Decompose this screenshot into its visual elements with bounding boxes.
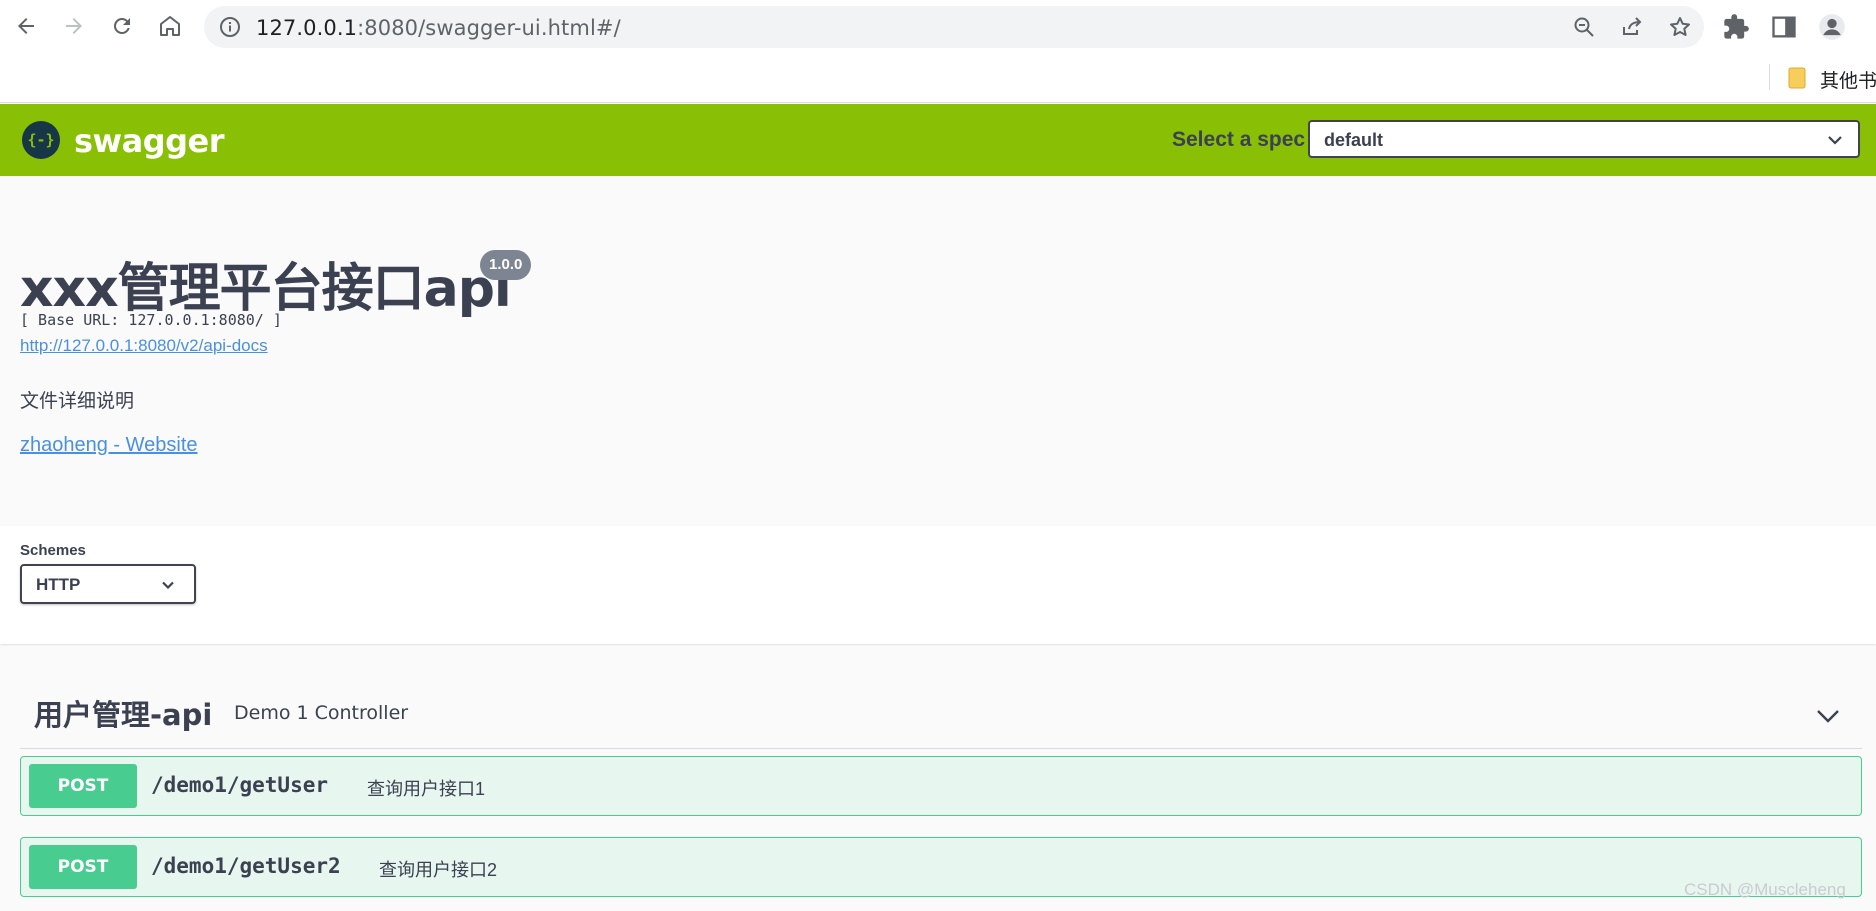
page-title: xxx管理平台接口api — [20, 259, 512, 319]
reload-icon — [113, 17, 130, 34]
schemes-container: Schemes HTTP — [0, 526, 1876, 644]
extensions-icon[interactable] — [1722, 13, 1750, 41]
api-info: xxx管理平台接口api 1.0.0 [ Base URL: 127.0.0.1… — [0, 176, 1876, 526]
arrow-left-icon — [18, 18, 34, 34]
side-panel-icon[interactable] — [1770, 13, 1798, 41]
spec-select-value: default — [1324, 130, 1384, 150]
chevron-down-icon — [1828, 136, 1842, 145]
zoom-out-icon[interactable] — [1572, 15, 1596, 39]
profile-avatar-icon[interactable] — [1818, 13, 1846, 41]
bookmark-separator — [1769, 64, 1770, 90]
operations-section: 用户管理-api Demo 1 Controller POST /demo1/g… — [0, 646, 1876, 911]
url-path: :8080/swagger-ui.html#/ — [357, 16, 621, 40]
bookmarks-bar: 其他书 — [0, 54, 1876, 103]
home-button[interactable] — [152, 8, 188, 44]
browser-toolbar: 127.0.0.1:8080/swagger-ui.html#/ — [0, 0, 1876, 54]
site-info-icon[interactable] — [218, 15, 242, 39]
back-button[interactable] — [8, 8, 44, 44]
reload-button[interactable] — [104, 8, 140, 44]
operation-path: /demo1/getUser — [151, 773, 329, 797]
url-text[interactable]: 127.0.0.1:8080/swagger-ui.html#/ — [256, 16, 621, 40]
version-badge: 1.0.0 — [480, 250, 532, 280]
method-badge: POST — [29, 845, 137, 889]
operation-summary: 查询用户接口2 — [379, 860, 498, 880]
operation-post-getuser2[interactable]: POST /demo1/getUser2 查询用户接口2 — [20, 837, 1862, 897]
forward-button[interactable] — [56, 8, 92, 44]
tag-section-header[interactable]: 用户管理-api Demo 1 Controller — [20, 682, 1862, 749]
star-icon[interactable] — [1668, 15, 1692, 39]
swagger-topbar: {-} swagger Select a spec default — [0, 104, 1876, 176]
home-icon — [160, 16, 180, 36]
schemes-select-value: HTTP — [36, 575, 81, 594]
tag-description: Demo 1 Controller — [234, 702, 409, 724]
chevron-down-icon[interactable] — [1814, 702, 1842, 730]
select-spec-label: Select a spec — [1172, 128, 1306, 151]
tag-name: 用户管理-api — [34, 698, 213, 732]
csdn-watermark: CSDN @Muscleheng — [1684, 880, 1846, 899]
chevron-down-icon — [162, 581, 174, 590]
share-icon[interactable] — [1620, 15, 1644, 39]
operation-path: /demo1/getUser2 — [151, 854, 341, 878]
base-url: [ Base URL: 127.0.0.1:8080/ ] — [20, 311, 282, 329]
schemes-select[interactable]: HTTP — [20, 564, 196, 604]
swagger-logo-icon[interactable]: {-} — [22, 121, 60, 159]
api-description: 文件详细说明 — [20, 391, 135, 412]
bookmark-other[interactable]: 其他书 — [1820, 66, 1876, 93]
spec-select[interactable]: default — [1308, 120, 1860, 158]
contact-website-link[interactable]: zhaoheng - Website — [20, 434, 198, 457]
operation-summary: 查询用户接口1 — [367, 779, 486, 799]
method-badge: POST — [29, 764, 137, 808]
schemes-label: Schemes — [20, 542, 86, 559]
operation-post-getuser[interactable]: POST /demo1/getUser 查询用户接口1 — [20, 756, 1862, 816]
arrow-right-icon — [66, 18, 82, 34]
folder-icon[interactable] — [1788, 66, 1806, 90]
address-bar[interactable]: 127.0.0.1:8080/swagger-ui.html#/ — [204, 6, 1704, 48]
swagger-logo-text[interactable]: swagger — [74, 122, 225, 160]
api-docs-link[interactable]: http://127.0.0.1:8080/v2/api-docs — [20, 336, 268, 356]
url-host: 127.0.0.1 — [256, 16, 358, 40]
